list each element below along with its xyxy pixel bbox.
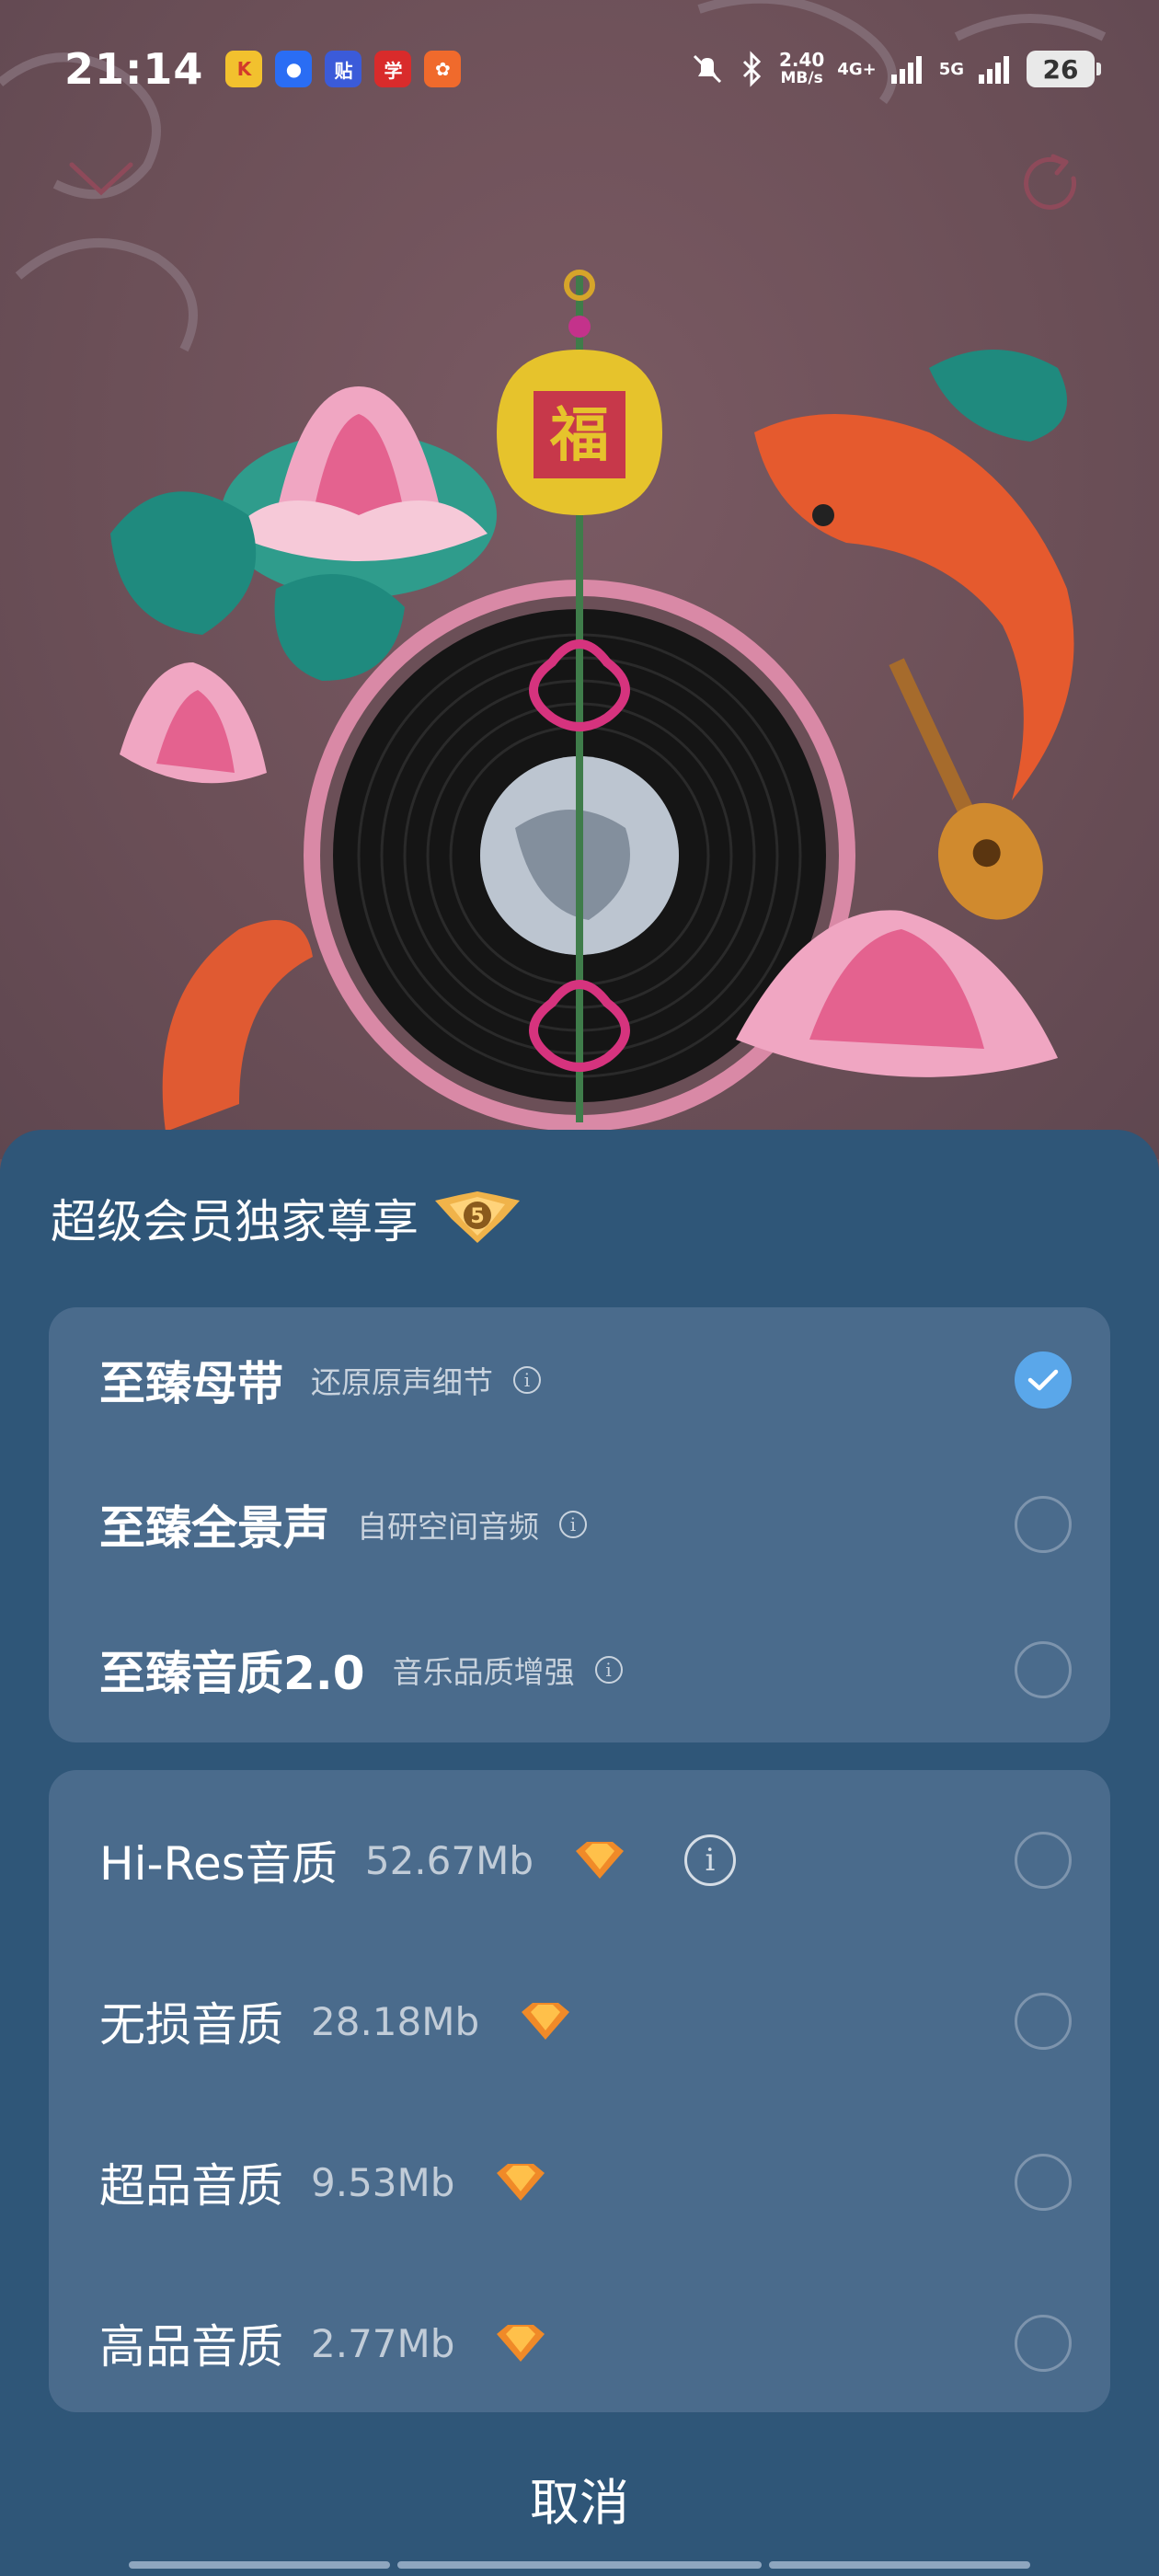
option-quality-2[interactable]: 至臻音质2.0 音乐品质增强 i	[49, 1634, 1110, 1706]
radio-selected[interactable]	[1015, 1351, 1072, 1409]
quality-bottom-sheet: 超级会员独家尊享 5 至臻母带 还原原声细节 i 至臻全景声 自研空间音频 i	[0, 1130, 1159, 2576]
option-size: 28.18Mb	[311, 1998, 480, 2044]
option-size: 2.77Mb	[311, 2320, 455, 2366]
radio-unselected[interactable]	[1015, 1832, 1072, 1889]
album-artwork: 福	[0, 0, 1159, 1159]
checkmark-icon	[1027, 1369, 1059, 1391]
nav-bar-segment	[129, 2561, 390, 2569]
option-name: 至臻母带	[99, 1357, 283, 1410]
radio-unselected[interactable]	[1015, 2315, 1072, 2372]
signal-icon-1	[890, 56, 922, 84]
vip-diamond-icon	[522, 2003, 570, 2040]
info-icon[interactable]: i	[683, 1834, 736, 1886]
kuaishou-icon: K	[225, 51, 263, 87]
super-vip-badge-icon: 5	[435, 1191, 520, 1243]
status-bar: 21:14 K ● 贴 学 ✿ 2.40 MB/s 4G+ 5G 26	[0, 0, 1159, 138]
option-size: 52.67Mb	[364, 1837, 534, 1883]
option-name: 至臻全景声	[99, 1501, 329, 1555]
option-panoramic-sound[interactable]: 至臻全景声 自研空间音频 i	[49, 1489, 1110, 1560]
svg-text:5: 5	[470, 1205, 484, 1228]
option-size: 9.53Mb	[311, 2159, 455, 2205]
mute-bell-icon	[693, 54, 721, 84]
sheet-title-text: 超级会员独家尊享	[51, 1195, 419, 1248]
vip-diamond-icon	[497, 2164, 545, 2201]
info-icon[interactable]: i	[559, 1511, 587, 1538]
option-lossless[interactable]: 无损音质 28.18Mb	[49, 1984, 1110, 2059]
kugou-icon: ✿	[424, 51, 462, 87]
collapse-button[interactable]	[64, 152, 138, 207]
info-icon[interactable]: i	[513, 1366, 541, 1394]
option-desc: 还原原声细节	[311, 1364, 493, 1400]
info-icon[interactable]: i	[594, 1656, 623, 1684]
nav-bar-segment	[397, 2561, 762, 2569]
share-icon	[1024, 154, 1077, 210]
vip-diamond-icon	[497, 2325, 545, 2362]
chevron-down-icon	[69, 162, 133, 196]
sheet-title: 超级会员独家尊享 5	[51, 1185, 523, 1251]
option-high-quality[interactable]: 高品音质 2.77Mb	[49, 2306, 1110, 2381]
notification-icons: K ● 贴 学 ✿	[225, 51, 462, 87]
option-name: Hi-Res音质	[99, 1837, 338, 1891]
option-name: 无损音质	[99, 1998, 283, 2052]
network-4g: 4G+	[837, 59, 877, 79]
status-indicators: 2.40 MB/s 4G+ 5G 26	[689, 49, 1101, 87]
cancel-button[interactable]: 取消	[0, 2462, 1159, 2535]
option-name: 超品音质	[99, 2159, 283, 2213]
fu-character: 福	[549, 401, 609, 470]
study-icon: 学	[374, 51, 412, 87]
option-hi-res[interactable]: Hi-Res音质 52.67Mb i	[49, 1823, 1110, 1898]
option-super-quality[interactable]: 超品音质 9.53Mb	[49, 2145, 1110, 2220]
radio-unselected[interactable]	[1015, 1641, 1072, 1698]
network-speed: 2.40 MB/s	[778, 49, 825, 87]
option-desc: 自研空间音频	[357, 1509, 539, 1545]
bluetooth-icon	[742, 51, 762, 87]
vip-diamond-icon	[575, 1842, 624, 1879]
tieba-icon: 贴	[325, 51, 362, 87]
status-time: 21:14	[64, 44, 204, 94]
nav-bar-segment	[769, 2561, 1030, 2569]
premium-options-card: 至臻母带 还原原声细节 i 至臻全景声 自研空间音频 i 至臻音质2.0 音乐品…	[49, 1307, 1110, 1742]
signal-icon-2	[979, 56, 1009, 84]
option-name: 高品音质	[99, 2320, 283, 2374]
radio-unselected[interactable]	[1015, 1993, 1072, 2050]
browser-icon: ●	[275, 51, 313, 87]
radio-unselected[interactable]	[1015, 2154, 1072, 2211]
quality-options-card: Hi-Res音质 52.67Mb i 无损音质 28.18Mb 超品音质 9.5…	[49, 1770, 1110, 2412]
radio-unselected[interactable]	[1015, 1496, 1072, 1553]
battery-indicator: 26	[1027, 51, 1101, 87]
share-button[interactable]	[1016, 147, 1090, 221]
option-name: 至臻音质2.0	[99, 1647, 365, 1700]
option-master-tape[interactable]: 至臻母带 还原原声细节 i	[49, 1344, 1110, 1416]
network-5g: 5G	[938, 59, 964, 79]
option-desc: 音乐品质增强	[392, 1654, 575, 1690]
